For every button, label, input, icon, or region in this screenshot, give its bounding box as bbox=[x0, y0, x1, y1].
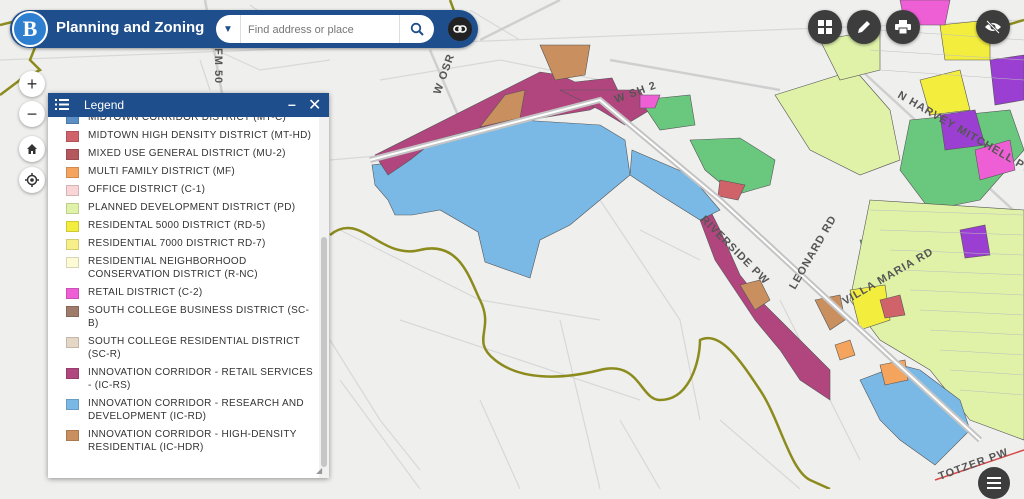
legend-label: SOUTH COLLEGE BUSINESS DISTRICT (SC-B) bbox=[88, 304, 318, 330]
legend-item: RETAIL DISTRICT (C-2) bbox=[48, 286, 318, 299]
legend-header[interactable]: Legend – ✕ bbox=[48, 93, 329, 117]
minimize-button[interactable]: – bbox=[288, 96, 296, 112]
basemap-gallery-button[interactable] bbox=[808, 10, 842, 44]
resize-handle-icon[interactable]: ◢ bbox=[316, 466, 326, 476]
link-icon bbox=[453, 24, 467, 34]
legend-label: INNOVATION CORRIDOR - RESEARCH AND DEVEL… bbox=[88, 397, 318, 423]
legend-body[interactable]: MIDTOWN CORRIDOR DISTRICT (MT-C) MIDTOWN … bbox=[48, 117, 329, 478]
pencil-icon bbox=[856, 19, 872, 35]
home-icon bbox=[26, 143, 38, 155]
home-button[interactable] bbox=[19, 136, 45, 162]
legend-label: OFFICE DISTRICT (C-1) bbox=[88, 183, 205, 196]
print-icon bbox=[895, 20, 911, 34]
legend-label: RETAIL DISTRICT (C-2) bbox=[88, 286, 202, 299]
legend-item: INNOVATION CORRIDOR - RETAIL SERVICES - … bbox=[48, 366, 318, 392]
share-link-button[interactable] bbox=[448, 17, 472, 41]
legend-item: SOUTH COLLEGE BUSINESS DISTRICT (SC-B) bbox=[48, 304, 318, 330]
legend-label: MIXED USE GENERAL DISTRICT (MU-2) bbox=[88, 147, 286, 160]
search-button[interactable] bbox=[399, 15, 434, 43]
zoom-out-icon: − bbox=[27, 104, 38, 125]
legend-label: MIDTOWN HIGH DENSITY DISTRICT (MT-HD) bbox=[88, 129, 311, 142]
legend-item: RESIDENTIAL 7000 DISTRICT RD-7) bbox=[48, 237, 318, 250]
toggle-visibility-button[interactable] bbox=[976, 10, 1010, 44]
legend-swatch bbox=[66, 257, 79, 268]
layer-list-button[interactable] bbox=[978, 467, 1010, 499]
legend-swatch bbox=[66, 149, 79, 160]
legend-item: MULTI FAMILY DISTRICT (MF) bbox=[48, 165, 318, 178]
legend-label: PLANNED DEVELOPMENT DISTRICT (PD) bbox=[88, 201, 295, 214]
zoom-in-button[interactable]: + bbox=[19, 71, 45, 97]
legend-label: MULTI FAMILY DISTRICT (MF) bbox=[88, 165, 235, 178]
crosshair-icon bbox=[25, 173, 39, 187]
app-title: Planning and Zoning bbox=[56, 19, 204, 36]
legend-label: INNOVATION CORRIDOR - HIGH-DENSITY RESID… bbox=[88, 428, 318, 454]
logo-letter: B bbox=[23, 16, 38, 42]
legend-scrollbar[interactable] bbox=[319, 117, 329, 478]
legend-swatch bbox=[66, 239, 79, 250]
caret-down-icon[interactable]: ▼ bbox=[216, 15, 241, 43]
legend-swatch bbox=[66, 203, 79, 214]
list-icon bbox=[55, 98, 69, 111]
legend-swatch bbox=[66, 117, 79, 124]
legend-swatch bbox=[66, 131, 79, 142]
legend-item: INNOVATION CORRIDOR - RESEARCH AND DEVEL… bbox=[48, 397, 318, 423]
city-logo: B bbox=[12, 11, 48, 47]
legend-item: RESIDENTAL 5000 DISTRICT (RD-5) bbox=[48, 219, 318, 232]
zoom-in-icon: + bbox=[27, 74, 38, 95]
legend-swatch bbox=[66, 430, 79, 441]
legend-label: INNOVATION CORRIDOR - RETAIL SERVICES - … bbox=[88, 366, 318, 392]
locate-button[interactable] bbox=[19, 167, 45, 193]
legend-swatch bbox=[66, 221, 79, 232]
scrollbar-thumb[interactable] bbox=[321, 237, 327, 467]
legend-item: MIDTOWN CORRIDOR DISTRICT (MT-C) bbox=[48, 117, 318, 124]
layers-list-icon bbox=[987, 477, 1001, 489]
legend-swatch bbox=[66, 185, 79, 196]
legend-swatch bbox=[66, 368, 79, 379]
zoom-out-button[interactable]: − bbox=[19, 101, 45, 127]
legend-item: INNOVATION CORRIDOR - HIGH-DENSITY RESID… bbox=[48, 428, 318, 454]
legend-item: PLANNED DEVELOPMENT DISTRICT (PD) bbox=[48, 201, 318, 214]
legend-swatch bbox=[66, 399, 79, 410]
grid-icon bbox=[818, 20, 832, 34]
app-header: B Planning and Zoning ▼ bbox=[10, 10, 478, 48]
legend-item: MIDTOWN HIGH DENSITY DISTRICT (MT-HD) bbox=[48, 129, 318, 142]
legend-swatch bbox=[66, 306, 79, 317]
legend-label: MIDTOWN CORRIDOR DISTRICT (MT-C) bbox=[88, 117, 286, 124]
legend-swatch bbox=[66, 288, 79, 299]
search-box: ▼ bbox=[216, 15, 434, 43]
search-icon bbox=[410, 22, 424, 36]
legend-panel: Legend – ✕ MIDTOWN CORRIDOR DISTRICT (MT… bbox=[48, 93, 329, 478]
legend-items: MIDTOWN CORRIDOR DISTRICT (MT-C) MIDTOWN … bbox=[48, 117, 318, 459]
search-input[interactable] bbox=[246, 15, 400, 43]
legend-item: OFFICE DISTRICT (C-1) bbox=[48, 183, 318, 196]
legend-label: RESIDENTIAL 7000 DISTRICT RD-7) bbox=[88, 237, 266, 250]
legend-title: Legend bbox=[84, 98, 124, 112]
draw-button[interactable] bbox=[847, 10, 881, 44]
legend-label: RESIDENTAL 5000 DISTRICT (RD-5) bbox=[88, 219, 265, 232]
legend-item: SOUTH COLLEGE RESIDENTIAL DISTRICT (SC-R… bbox=[48, 335, 318, 361]
close-button[interactable]: ✕ bbox=[308, 95, 321, 115]
eye-slash-icon bbox=[984, 20, 1002, 34]
legend-item: RESIDENTIAL NEIGHBORHOOD CONSERVATION DI… bbox=[48, 255, 318, 281]
legend-swatch bbox=[66, 337, 79, 348]
legend-item: MIXED USE GENERAL DISTRICT (MU-2) bbox=[48, 147, 318, 160]
road-label-fm50: FM 50 bbox=[212, 48, 224, 84]
legend-label: RESIDENTIAL NEIGHBORHOOD CONSERVATION DI… bbox=[88, 255, 318, 281]
legend-label: SOUTH COLLEGE RESIDENTIAL DISTRICT (SC-R… bbox=[88, 335, 318, 361]
legend-swatch bbox=[66, 167, 79, 178]
print-button[interactable] bbox=[886, 10, 920, 44]
